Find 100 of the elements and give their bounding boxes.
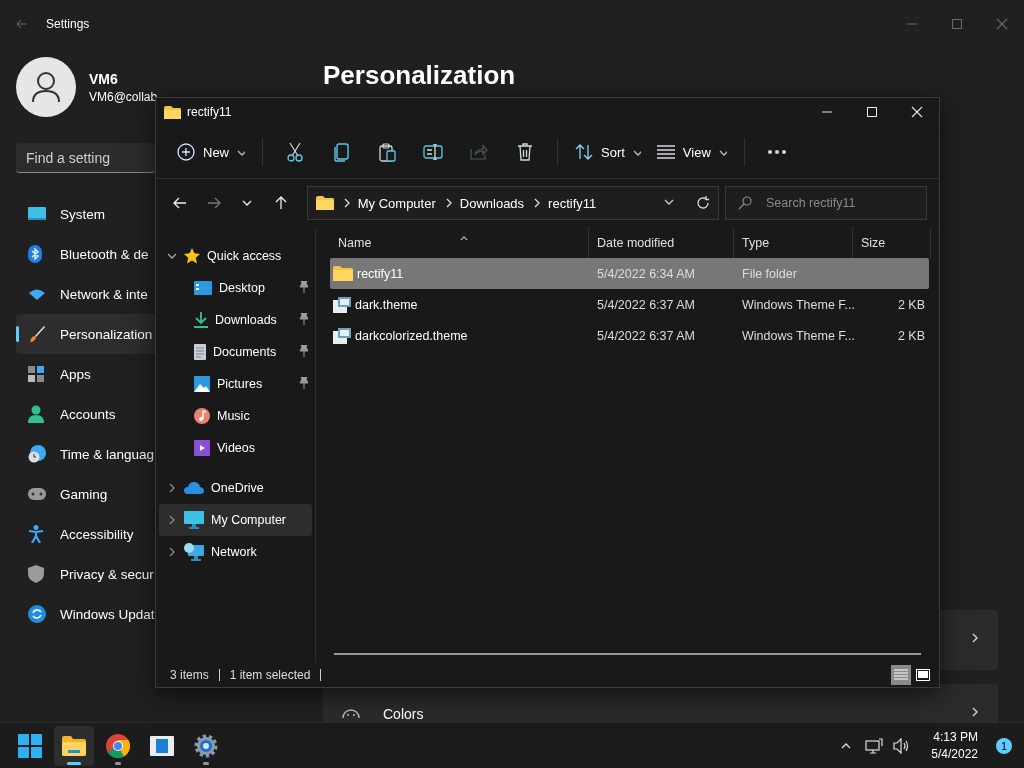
notification-badge[interactable]: 1 [996,737,1012,754]
tiles-view-icon [916,669,930,681]
up-arrow-icon [274,196,287,210]
scissors-icon [286,142,304,162]
nav-item[interactable]: Network & inte [16,274,155,314]
cloud-icon [184,482,204,494]
sort-ascending-icon [459,234,469,240]
refresh-icon [696,196,710,210]
file-row[interactable]: rectify11 5/4/2022 6:34 AM File folder [330,258,929,289]
breadcrumb-chevron-icon [532,198,541,208]
monitor-icon [28,206,46,222]
tree-item[interactable]: Desktop [159,272,312,304]
nav-item[interactable]: Windows Updat [16,594,155,634]
nav-item[interactable]: Accounts [16,394,155,434]
breadcrumb-link[interactable]: My Computer [357,195,436,211]
nav-item[interactable]: Personalization [16,314,155,354]
settings-card[interactable]: Colors [323,684,998,722]
view-menu-button[interactable]: View [651,134,732,170]
pin-icon [298,312,308,325]
gamepad-icon [28,488,46,500]
video-icon [194,440,210,456]
shield-icon [28,565,44,583]
date-cell-text: 5/4/2022 6:34 AM [596,266,696,281]
item-count: 3 items [170,668,209,682]
list-icon [656,145,675,159]
clock-time[interactable]: 4:13 PM [933,728,978,746]
tree-item[interactable]: Documents [159,336,312,368]
search-field[interactable]: Find a setting [16,143,155,173]
share-icon [470,144,488,160]
tree-item[interactable]: Quick access [159,240,312,272]
person-silhouette-icon [31,71,61,103]
nav-item[interactable]: Gaming [16,474,155,514]
nav-item[interactable]: System [16,194,155,234]
network-monitor-icon [865,737,884,754]
gear-icon [194,733,218,758]
search-icon [738,196,752,210]
chevron-right-icon [167,483,177,493]
tree-item[interactable]: Videos [159,432,312,464]
file-name: rectify11 [357,266,404,281]
file-name: darkcolorized.theme [355,328,468,343]
breadcrumb-link[interactable]: Downloads [459,195,525,211]
new-menu-button[interactable]: New [172,134,250,170]
clock-globe-icon [28,445,46,463]
nav-item[interactable]: Apps [16,354,155,394]
size-cell-text: 2 KB [896,328,926,343]
sync-icon [28,605,46,623]
brush-icon [28,325,46,343]
bluetooth-icon [28,245,42,263]
sort-icon [575,144,593,160]
clock-date[interactable]: 5/4/2022 [931,745,978,763]
folder-icon [333,266,353,281]
nav-item[interactable]: Accessibility [16,514,155,554]
nav-item[interactable]: Privacy & secur [16,554,155,594]
plus-circle-icon [177,143,195,161]
sort-menu-button[interactable]: Sort [570,134,646,170]
chevron-down-icon [718,148,727,156]
selection-count: 1 item selected [229,668,311,682]
theme-file-icon [333,327,351,344]
nav-item[interactable]: Time & languag [16,434,155,474]
file-row[interactable]: dark.theme 5/4/2022 6:37 AM Windows Theme F... 2 KB [330,289,929,320]
type-cell-text: Windows Theme F... [741,297,853,312]
more-icon [767,150,786,154]
accessibility-icon [28,525,44,543]
theme-file-icon [333,296,351,313]
desktop-icon [194,281,212,295]
search-field[interactable]: Search rectify11 [725,186,927,220]
address-bar[interactable]: My Computer Downloads rectify11 [306,186,719,220]
forward-arrow-icon [206,197,221,209]
page-heading: Personalization [323,60,517,91]
tree-item[interactable]: Music [159,400,312,432]
breadcrumb-link[interactable]: rectify11 [548,195,597,211]
browser-icon [106,733,130,758]
explorer-taskbar-button[interactable] [54,725,94,766]
pin-icon [298,344,308,357]
chevron-down-icon [167,251,177,261]
apps-icon [28,366,44,382]
tree-item[interactable]: My Computer [159,504,312,536]
tree-item[interactable]: Network [159,536,312,568]
date-cell-text: 5/4/2022 6:37 AM [596,328,696,343]
user-name: VM6 [89,70,119,87]
type-cell-text: Windows Theme F... [741,328,853,343]
person-icon [28,405,44,423]
chevron-right-icon [970,707,980,719]
file-row[interactable]: darkcolorized.theme 5/4/2022 6:37 AM Windows Theme F... 2 KB [330,320,929,351]
close-icon [910,106,923,118]
file-name: dark.theme [355,297,418,312]
scrollbar[interactable] [334,653,921,655]
tree-item[interactable]: Downloads [159,304,312,336]
user-email: VM6@collab [89,89,158,104]
nav-item[interactable]: Bluetooth & de [16,234,155,274]
download-icon [194,312,208,328]
chevron-down-icon [237,148,245,156]
details-view-icon [894,669,908,681]
back-arrow-icon [16,19,28,29]
folder-icon [164,105,181,119]
tree-item[interactable]: Pictures [159,368,312,400]
wifi-icon [28,288,46,300]
maximize-icon [951,19,962,29]
date-cell-text: 5/4/2022 6:37 AM [596,297,696,312]
tree-item[interactable]: OneDrive [159,472,312,504]
